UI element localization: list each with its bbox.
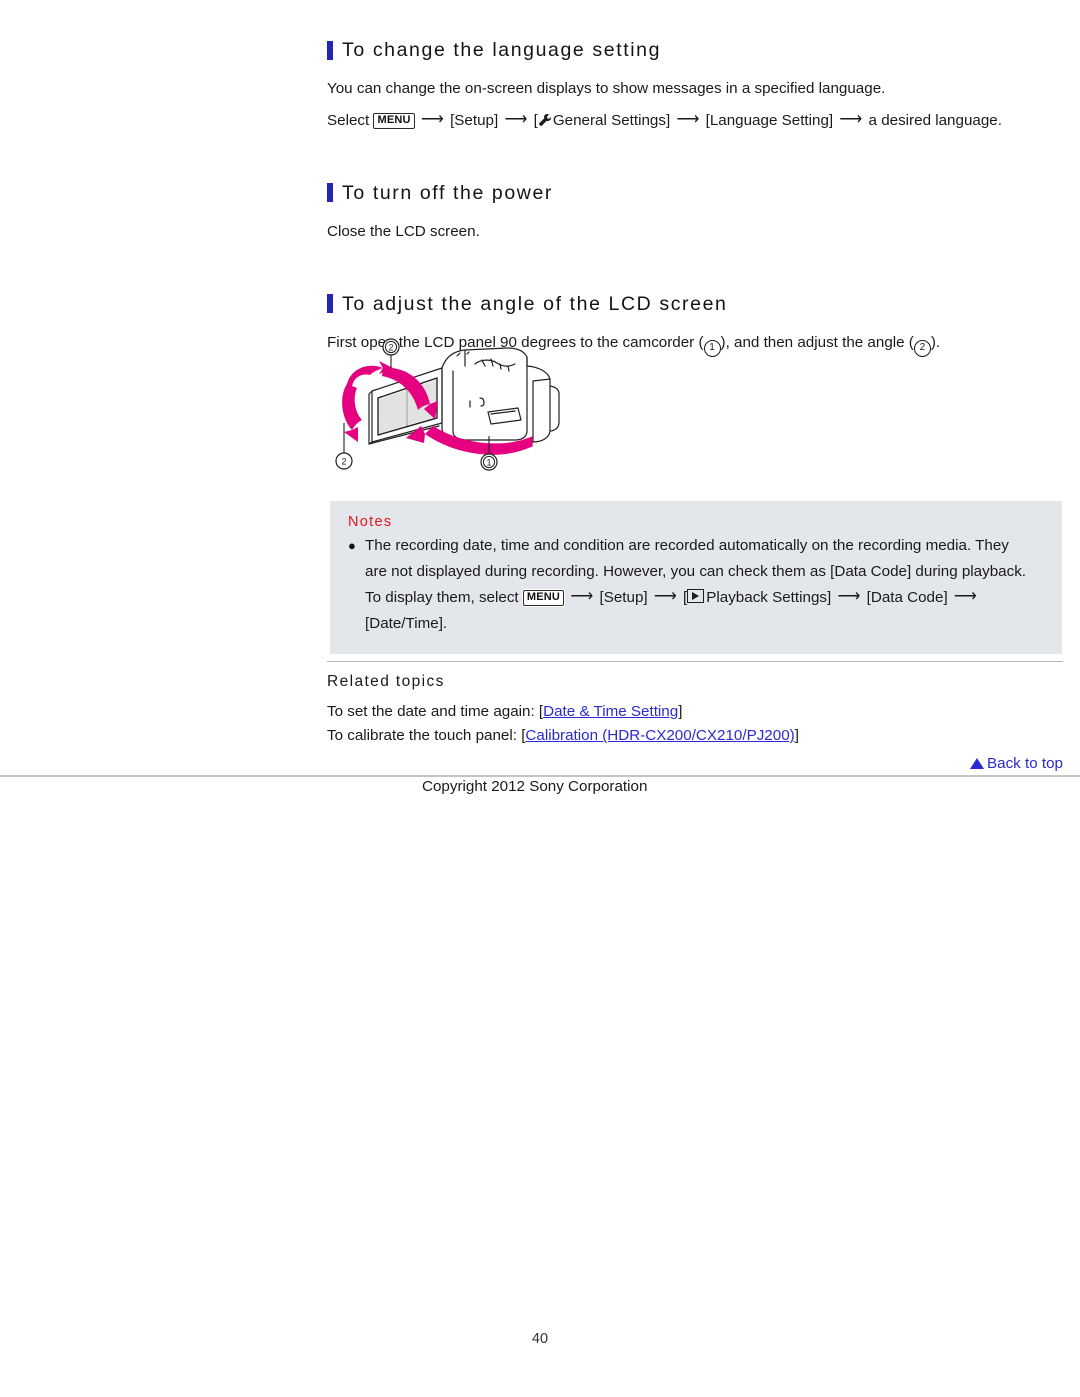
manual-page: To change the language setting You can c…	[0, 0, 1080, 1397]
section-heading-lcd-angle: To adjust the angle of the LCD screen	[327, 292, 1065, 316]
lcd-angle-text-suffix: ).	[930, 334, 941, 352]
heading-accent-bar	[327, 183, 333, 203]
language-steps-line: Select MENU ⟶ [Setup] ⟶ [General Setting…	[327, 108, 1065, 133]
notes-title: Notes	[348, 514, 393, 530]
heading-accent-bar	[327, 40, 333, 60]
bracket-close: ]	[794, 727, 799, 745]
language-intro-text: You can change the on-screen displays to…	[327, 80, 886, 98]
arrow-right-icon: ⟶	[504, 110, 528, 128]
arrow-right-icon: ⟶	[653, 588, 677, 605]
arrow-right-icon: ⟶	[837, 588, 861, 605]
arrow-right-icon: ⟶	[570, 588, 594, 605]
triangle-up-icon	[970, 758, 985, 769]
callout-2-icon: 2	[913, 340, 931, 358]
note-step-setup: [Setup]	[599, 589, 648, 606]
note-text: The recording date, time and condition a…	[365, 533, 1026, 636]
step-general-settings-label: General Settings]	[552, 111, 671, 129]
related-topic-item-1-text: To set the date and time again: [	[327, 703, 544, 720]
note-step-playback-settings: Playback Settings]	[706, 589, 832, 606]
divider	[327, 661, 1063, 662]
related-topic-item-1: To set the date and time again: [Date & …	[327, 700, 1063, 724]
step-desired-language-label: a desired language.	[868, 111, 1002, 129]
menu-button-icon[interactable]: MENU	[522, 590, 565, 606]
figure-callout-top: 2	[388, 343, 393, 353]
arrow-right-icon: ⟶	[953, 588, 977, 605]
back-to-top-label: Back to top	[987, 755, 1063, 772]
related-topic-item-2: To calibrate the touch panel: [Calibrati…	[327, 724, 1063, 748]
section-heading-language: To change the language setting	[327, 38, 1065, 62]
note-item: ● The recording date, time and condition…	[348, 533, 1044, 636]
callout-1-icon: 1	[703, 340, 721, 358]
section-heading-turn-off-power-label: To turn off the power	[342, 181, 554, 204]
note-line-3-prefix: To display them, select	[365, 589, 519, 606]
section-heading-language-label: To change the language setting	[342, 39, 662, 61]
note-line-3: To display them, select MENU ⟶ [Setup] ⟶…	[365, 584, 1026, 611]
select-label: Select	[327, 111, 370, 129]
footer-divider	[0, 775, 1080, 777]
turn-off-power-text: Close the LCD screen.	[327, 223, 480, 241]
related-topics-title: Related topics	[327, 673, 445, 690]
lcd-angle-text-mid: ), and then adjust the angle (	[720, 334, 914, 352]
figure-callout-left: 2	[341, 457, 346, 467]
page-number: 40	[531, 1331, 549, 1347]
heading-accent-bar	[327, 294, 333, 314]
note-line-4: [Date/Time].	[365, 614, 448, 632]
note-line-1: The recording date, time and condition a…	[365, 537, 1009, 554]
back-to-top-link[interactable]: Back to top	[970, 755, 1063, 772]
arrow-right-icon: ⟶	[676, 110, 700, 128]
arrow-right-icon: ⟶	[420, 110, 444, 128]
note-bullet-icon: ●	[348, 538, 356, 553]
page-content: To change the language setting You can c…	[327, 38, 1065, 358]
link-calibration[interactable]: Calibration (HDR-CX200/CX210/PJ200)	[525, 727, 794, 744]
related-topics-section: Related topics To set the date and time …	[327, 661, 1063, 772]
related-topic-item-2-text: To calibrate the touch panel: [	[327, 727, 526, 745]
camcorder-lcd-angle-illustration: 2 2 1	[325, 326, 625, 496]
section-heading-lcd-angle-label: To adjust the angle of the LCD screen	[342, 292, 728, 315]
bracket-close: ]	[678, 703, 683, 720]
playback-icon	[687, 589, 705, 603]
menu-button-icon[interactable]: MENU	[373, 112, 415, 129]
note-step-data-code: [Data Code]	[866, 589, 948, 606]
link-date-time-setting[interactable]: Date & Time Setting	[543, 703, 678, 720]
notes-box: Notes ● The recording date, time and con…	[330, 501, 1062, 654]
figure-callout-bottom: 1	[486, 458, 491, 468]
wrench-icon	[538, 111, 552, 126]
step-language-setting-label: [Language Setting]	[705, 111, 834, 129]
arrow-right-icon: ⟶	[839, 110, 863, 128]
section-heading-turn-off-power: To turn off the power	[327, 181, 1065, 205]
note-line-2: are not displayed during recording. Howe…	[365, 562, 1027, 580]
copyright-text: Copyright 2012 Sony Corporation	[422, 778, 648, 795]
step-setup-label: [Setup]	[450, 111, 499, 129]
